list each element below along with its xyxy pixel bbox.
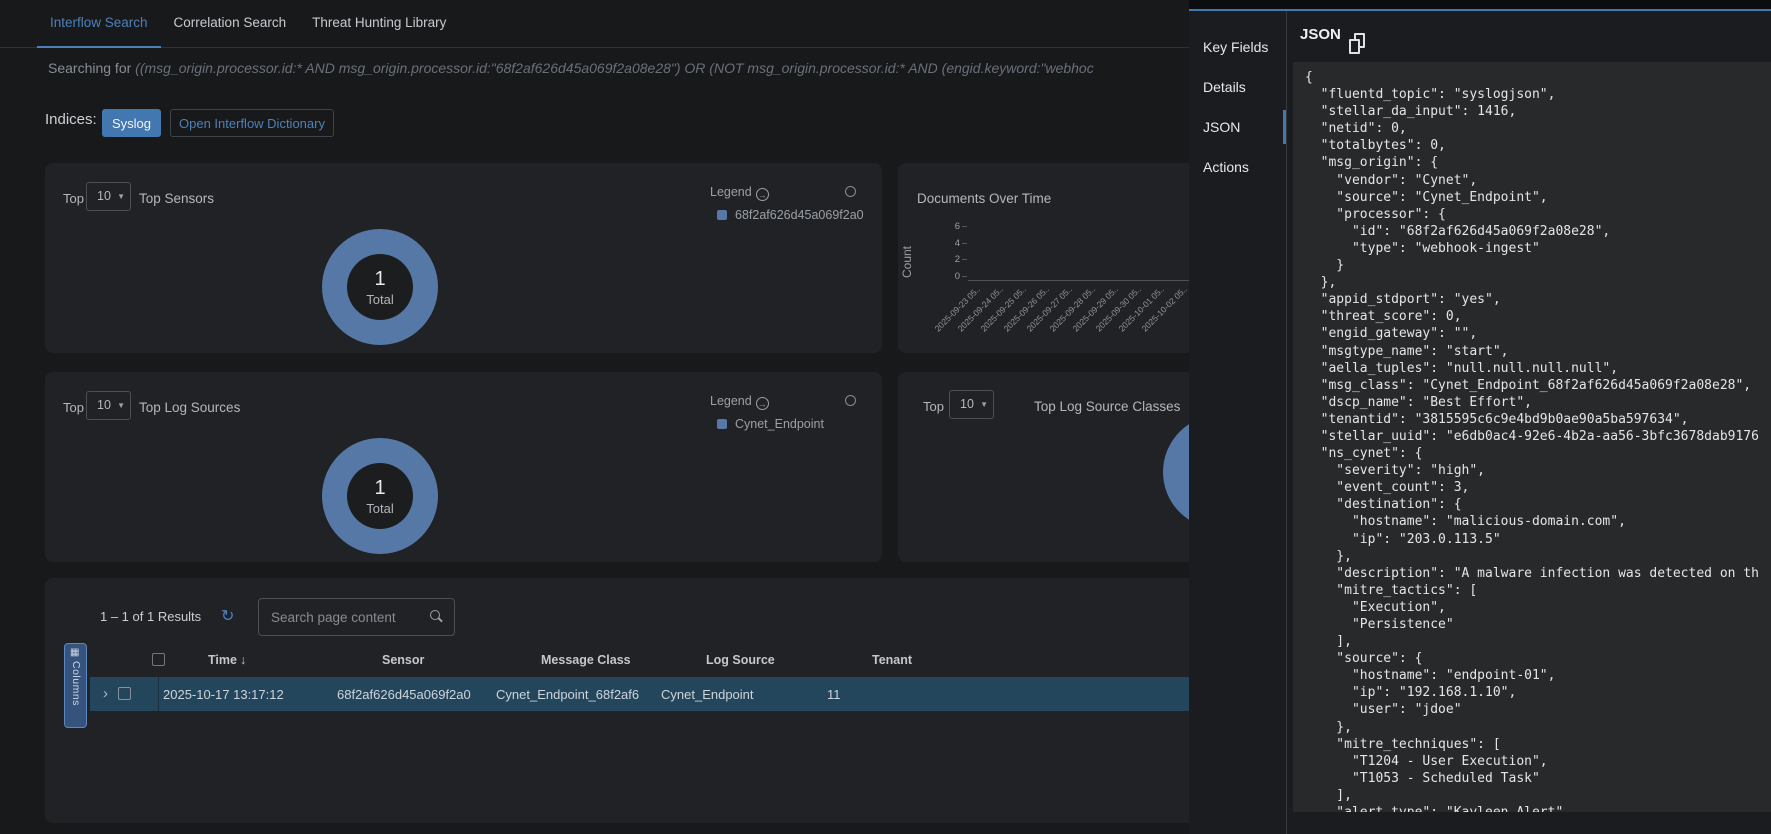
top-log-sources-donut[interactable]: 1 Total <box>322 438 438 554</box>
json-code: { "fluentd_topic": "syslogjson", "stella… <box>1293 62 1771 812</box>
top-label: Top <box>63 191 84 206</box>
detail-nav-divider <box>1286 11 1287 834</box>
y-tick: 0 <box>940 271 960 282</box>
legend-swatch <box>717 419 727 429</box>
top-n-value: 10 <box>97 398 111 412</box>
top-n-select[interactable]: 10 ▼ <box>949 390 994 419</box>
detail-nav-key-fields[interactable]: Key Fields <box>1189 27 1286 67</box>
detail-nav-actions[interactable]: Actions <box>1189 147 1286 187</box>
legend-arrow-icon: → <box>756 397 769 410</box>
column-divider <box>158 677 159 711</box>
chevron-down-icon: ▼ <box>117 192 125 201</box>
results-count: 1 – 1 of 1 Results <box>100 609 201 624</box>
top-sensors-panel: Top 10 ▼ Top Sensors Legend→ 68f2af626d4… <box>45 163 882 353</box>
top-log-sources-panel: Top 10 ▼ Top Log Sources Legend→ Cynet_E… <box>45 372 882 562</box>
legend-arrow-icon: → <box>756 188 769 201</box>
refresh-icon[interactable]: ↻ <box>221 606 234 626</box>
expand-row-icon[interactable]: › <box>103 685 108 702</box>
legend-swatch <box>717 210 727 220</box>
panel-title: Top Sensors <box>139 191 214 206</box>
y-tick-mark <box>962 276 967 277</box>
y-tick-mark <box>962 259 967 260</box>
cell-message-class: Cynet_Endpoint_68f2af6 <box>496 687 639 702</box>
select-all-checkbox[interactable] <box>152 653 165 666</box>
legend-item[interactable]: 68f2af626d45a069f2a0 <box>717 208 864 222</box>
json-code-block[interactable]: { "fluentd_topic": "syslogjson", "stella… <box>1293 62 1771 812</box>
chevron-down-icon: ▼ <box>117 401 125 410</box>
search-summary-prefix: Searching for <box>48 60 135 76</box>
top-n-select[interactable]: 10 ▼ <box>86 182 131 211</box>
index-syslog-button[interactable]: Syslog <box>102 109 161 137</box>
search-query-text: ((msg_origin.processor.id:* AND msg_orig… <box>135 60 1094 76</box>
copy-icon[interactable] <box>1349 33 1369 57</box>
y-tick-mark <box>962 226 967 227</box>
donut-total-label: Total <box>366 501 393 516</box>
top-label: Top <box>63 400 84 415</box>
y-axis-label: Count <box>900 232 914 292</box>
tab-threat-hunting-library[interactable]: Threat Hunting Library <box>299 0 459 48</box>
top-n-select[interactable]: 10 ▼ <box>86 391 131 420</box>
columns-button[interactable]: ▦ Columns <box>64 643 87 728</box>
grid-icon: ▦ <box>70 647 79 658</box>
chevron-down-icon: ▼ <box>980 400 988 409</box>
detail-nav-details[interactable]: Details <box>1189 67 1286 107</box>
page-search-box <box>258 598 455 636</box>
legend-item[interactable]: Cynet_Endpoint <box>717 417 824 431</box>
panel-title: Top Log Source Classes <box>1034 399 1180 414</box>
donut-total-value: 1 <box>374 268 385 291</box>
top-sensors-donut[interactable]: 1 Total <box>322 229 438 345</box>
column-header-log-source[interactable]: Log Source <box>706 653 775 667</box>
detail-panel: Key FieldsDetailsJSONActions JSON { "flu… <box>1189 0 1771 834</box>
panel-title: Top Log Sources <box>139 400 240 415</box>
row-checkbox[interactable] <box>118 687 131 700</box>
sort-descending-icon: ↓ <box>240 653 246 667</box>
top-n-value: 10 <box>960 397 974 411</box>
donut-total-label: Total <box>366 292 393 307</box>
top-n-value: 10 <box>97 189 111 203</box>
legend-label[interactable]: Legend→ <box>710 394 769 410</box>
status-circle-icon[interactable] <box>845 186 856 197</box>
column-header-sensor[interactable]: Sensor <box>382 653 424 667</box>
donut-total-value: 1 <box>374 477 385 500</box>
tab-interflow-search[interactable]: Interflow Search <box>37 0 161 48</box>
app-root: Interflow SearchCorrelation SearchThreat… <box>0 0 1771 834</box>
open-interflow-dictionary-button[interactable]: Open Interflow Dictionary <box>170 109 334 137</box>
page-search-input[interactable] <box>259 599 419 635</box>
detail-panel-top-strip <box>1189 0 1771 9</box>
search-icon[interactable] <box>430 610 440 620</box>
cell-tenant: 11 <box>827 687 841 702</box>
detail-nav-json[interactable]: JSON <box>1189 107 1286 147</box>
json-view-title: JSON <box>1300 26 1341 43</box>
status-circle-icon[interactable] <box>845 395 856 406</box>
cell-sensor: 68f2af626d45a069f2a0 <box>337 687 471 702</box>
y-tick: 6 <box>940 221 960 232</box>
donut-center: 1 Total <box>347 463 413 529</box>
y-tick-mark <box>962 243 967 244</box>
column-header-time[interactable]: Time↓ <box>208 653 246 667</box>
cell-time: 2025-10-17 13:17:12 <box>163 687 284 702</box>
tab-correlation-search[interactable]: Correlation Search <box>161 0 300 48</box>
top-label: Top <box>923 399 944 414</box>
column-header-message-class[interactable]: Message Class <box>541 653 631 667</box>
y-tick: 2 <box>940 254 960 265</box>
detail-panel-accent-line <box>1189 9 1771 11</box>
panel-title: Documents Over Time <box>917 191 1051 206</box>
detail-nav: Key FieldsDetailsJSONActions <box>1189 27 1286 187</box>
y-tick: 4 <box>940 238 960 249</box>
indices-label: Indices: <box>45 111 97 128</box>
cell-log-source: Cynet_Endpoint <box>661 687 754 702</box>
column-header-tenant[interactable]: Tenant <box>872 653 912 667</box>
legend-label[interactable]: Legend→ <box>710 185 769 201</box>
donut-center: 1 Total <box>347 254 413 320</box>
columns-button-label: Columns <box>70 661 82 706</box>
